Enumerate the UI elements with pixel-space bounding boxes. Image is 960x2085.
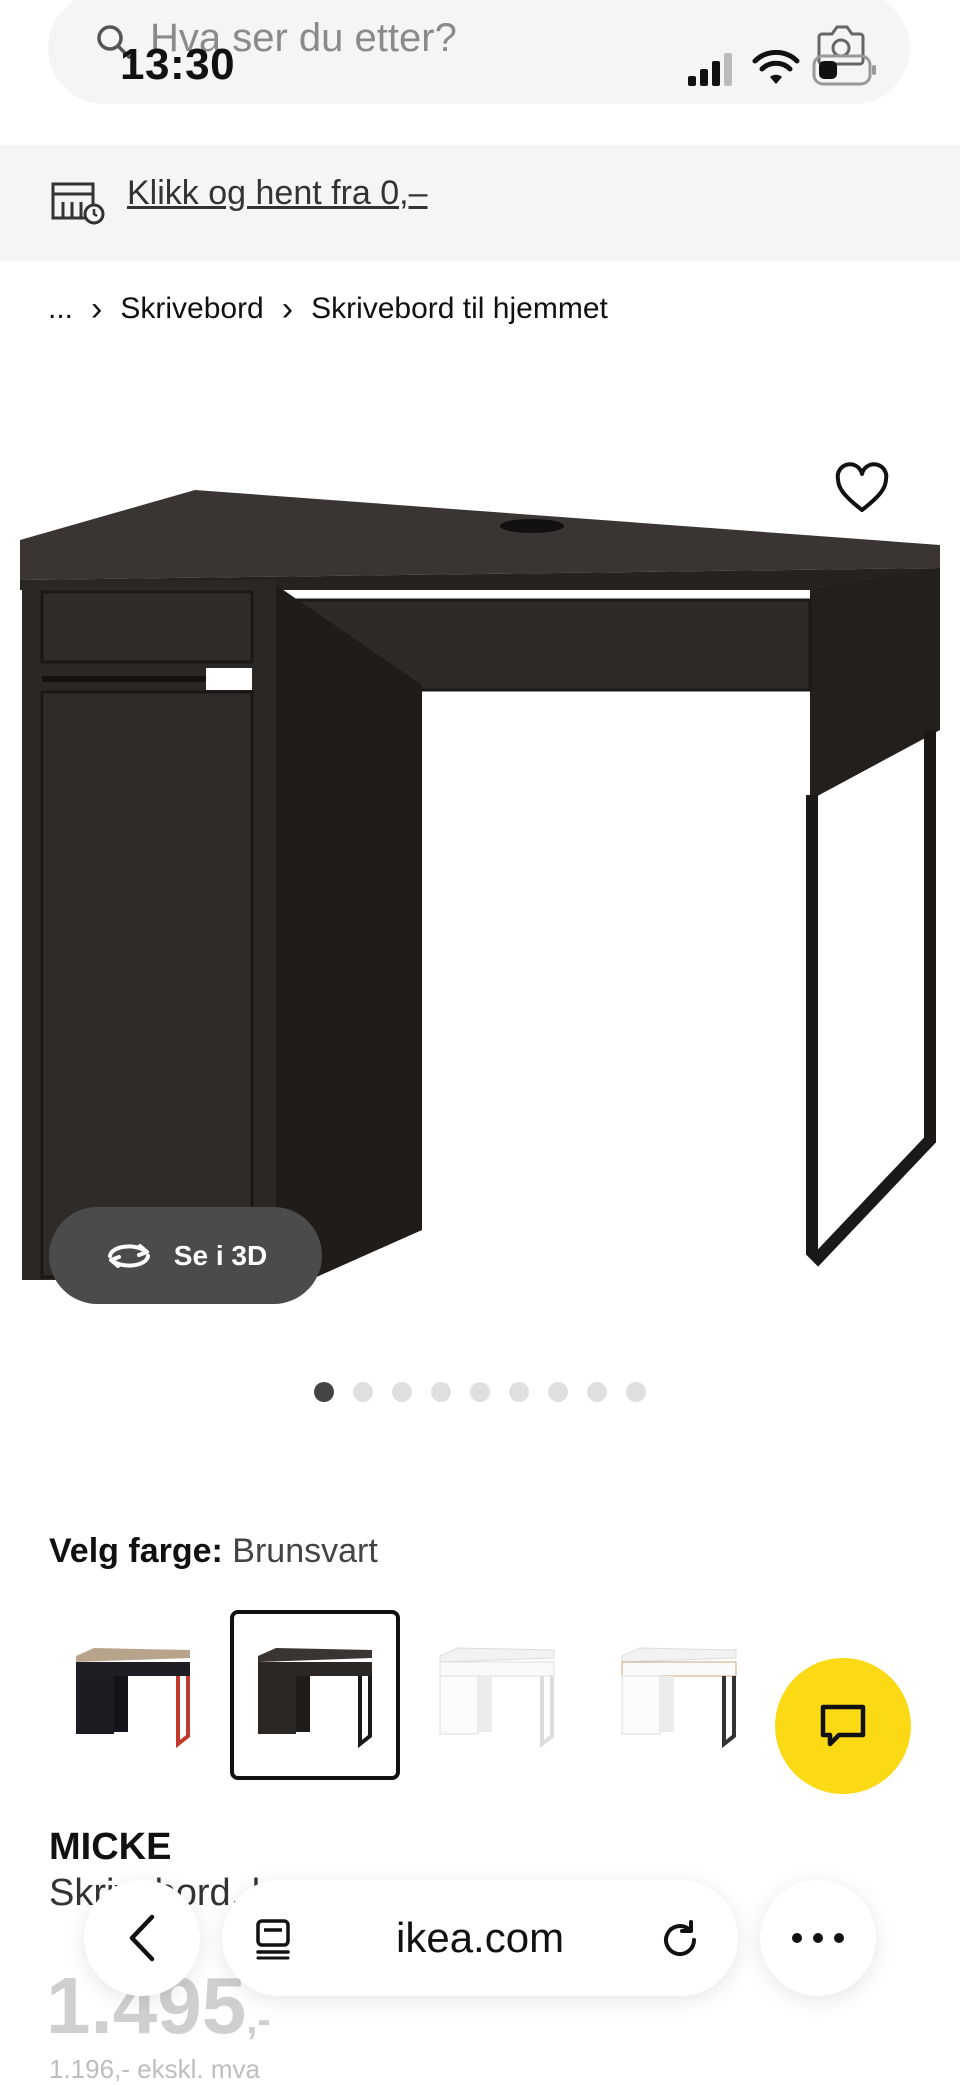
pagination-dot[interactable] xyxy=(431,1382,451,1402)
promo-link[interactable]: Klikk og hent fra 0,– xyxy=(127,174,428,213)
view-3d-label: Se i 3D xyxy=(173,1239,268,1271)
pagination-dot[interactable] xyxy=(353,1382,373,1402)
swatch-brown-black[interactable] xyxy=(230,1610,400,1780)
browser-back-button[interactable] xyxy=(84,1880,200,1996)
breadcrumb-item-current[interactable]: Skrivebord til hjemmet xyxy=(311,292,608,326)
color-selection-label: Velg farge: Brunsvart xyxy=(49,1532,378,1571)
cellular-signal-icon xyxy=(688,53,732,86)
breadcrumb-ellipsis[interactable]: ... xyxy=(48,292,73,326)
pagination-dot[interactable] xyxy=(626,1382,646,1402)
heart-icon[interactable] xyxy=(834,462,890,518)
swatch-black-red[interactable] xyxy=(48,1610,218,1780)
price-ex-vat: 1.196,- ekskl. mva xyxy=(49,2054,260,2084)
color-swatches xyxy=(48,1610,764,1780)
breadcrumb: ... › Skrivebord › Skrivebord til hjemme… xyxy=(48,292,608,326)
status-time: 13:30 xyxy=(120,40,236,89)
breadcrumb-item-skrivebord[interactable]: Skrivebord xyxy=(120,292,263,326)
pagination-dot[interactable] xyxy=(587,1382,607,1402)
swatch-image xyxy=(439,1647,555,1749)
tabs-icon[interactable] xyxy=(254,1918,294,1960)
swatch-white[interactable] xyxy=(412,1610,582,1780)
url-text[interactable]: ikea.com xyxy=(396,1914,564,1962)
swatch-image xyxy=(258,1648,372,1749)
chevron-right-icon: › xyxy=(281,290,294,328)
pagination-dot[interactable] xyxy=(314,1382,334,1402)
image-pagination xyxy=(0,1382,960,1402)
pagination-dot[interactable] xyxy=(548,1382,568,1402)
chevron-right-icon: › xyxy=(91,290,103,328)
rotate-3d-icon xyxy=(107,1243,150,1268)
chevron-left-icon xyxy=(129,1914,155,1962)
more-options-button[interactable] xyxy=(760,1880,876,1996)
color-label: Velg farge: xyxy=(49,1532,223,1570)
store-pickup-icon xyxy=(51,182,105,225)
pagination-dot[interactable] xyxy=(509,1382,529,1402)
wifi-icon xyxy=(752,50,800,84)
swatch-image xyxy=(76,1648,190,1749)
price-suffix: ,- xyxy=(246,1998,271,2042)
view-3d-button[interactable]: Se i 3D xyxy=(49,1207,322,1304)
battery-icon xyxy=(812,54,876,86)
swatch-white-oak[interactable] xyxy=(594,1610,764,1780)
reload-icon[interactable] xyxy=(658,1918,702,1962)
more-dots-icon xyxy=(792,1933,844,1943)
product-image[interactable] xyxy=(0,440,960,1280)
swatch-image xyxy=(621,1647,737,1749)
color-value: Brunsvart xyxy=(232,1532,378,1570)
pagination-dot[interactable] xyxy=(392,1382,412,1402)
pagination-dot[interactable] xyxy=(470,1382,490,1402)
chat-button[interactable] xyxy=(775,1658,911,1794)
product-name: MICKE xyxy=(49,1826,172,1868)
chat-icon xyxy=(820,1704,866,1747)
